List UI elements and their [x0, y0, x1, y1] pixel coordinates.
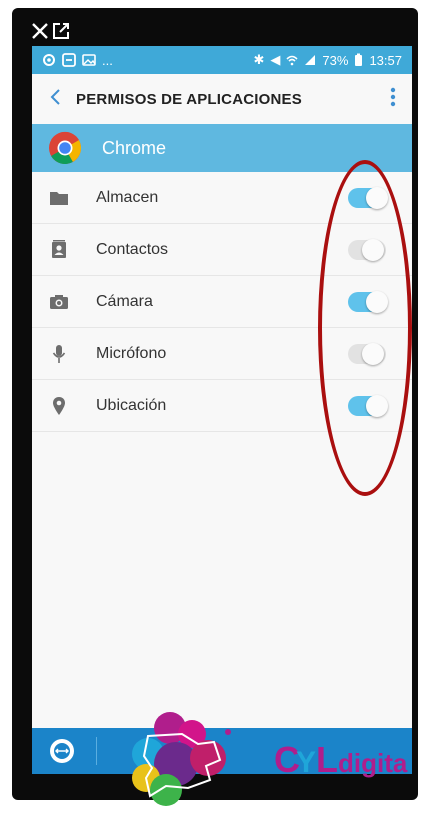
- page-title: PERMISOS DE APLICACIONES: [76, 90, 302, 108]
- permission-label: Contactos: [96, 240, 169, 258]
- clock: 13:57: [369, 52, 402, 68]
- microphone-icon: [48, 343, 70, 365]
- more-options-button[interactable]: [390, 87, 396, 111]
- battery-level: 73%: [322, 52, 349, 68]
- app-bar: PERMISOS DE APLICACIONES: [32, 74, 412, 124]
- teamviewer-status-icon: [62, 53, 76, 67]
- wifi-icon: [286, 55, 298, 66]
- mute-icon: ◀: [270, 52, 281, 67]
- svg-text:L: L: [316, 739, 338, 780]
- image-icon: [82, 54, 96, 66]
- teamviewer-button[interactable]: [50, 739, 74, 763]
- status-bar: ... ✱ ◀ 73% 13:57: [32, 46, 412, 74]
- window-controls: [30, 22, 70, 44]
- permission-label: Cámara: [96, 292, 153, 310]
- chevron-left-icon: [50, 89, 60, 105]
- contacts-icon: [48, 239, 70, 261]
- more-vert-icon: [390, 87, 396, 107]
- permission-label: Ubicación: [96, 396, 167, 414]
- back-button[interactable]: [48, 86, 76, 112]
- chrome-icon: [48, 131, 82, 165]
- camera-icon: [48, 291, 70, 313]
- signal-icon: [305, 55, 316, 65]
- more-notifications-icon: ...: [102, 52, 113, 68]
- folder-icon: [48, 187, 70, 209]
- battery-icon: [355, 53, 363, 66]
- expand-icon[interactable]: [52, 22, 70, 45]
- app-name: Chrome: [102, 137, 167, 158]
- nav-divider: [96, 737, 97, 765]
- annotation-circle: [318, 160, 412, 496]
- permission-label: Almacen: [96, 188, 159, 206]
- svg-text:Y: Y: [296, 746, 316, 779]
- eye-icon: [43, 54, 55, 66]
- permission-label: Micrófono: [96, 344, 167, 362]
- close-icon[interactable]: [30, 21, 50, 46]
- cyl-digital-logo: C Y L digita: [128, 706, 432, 814]
- bluetooth-icon: ✱: [253, 52, 265, 67]
- teamviewer-icon: [54, 743, 70, 759]
- watermark-text: digita: [338, 748, 408, 778]
- location-icon: [48, 395, 70, 417]
